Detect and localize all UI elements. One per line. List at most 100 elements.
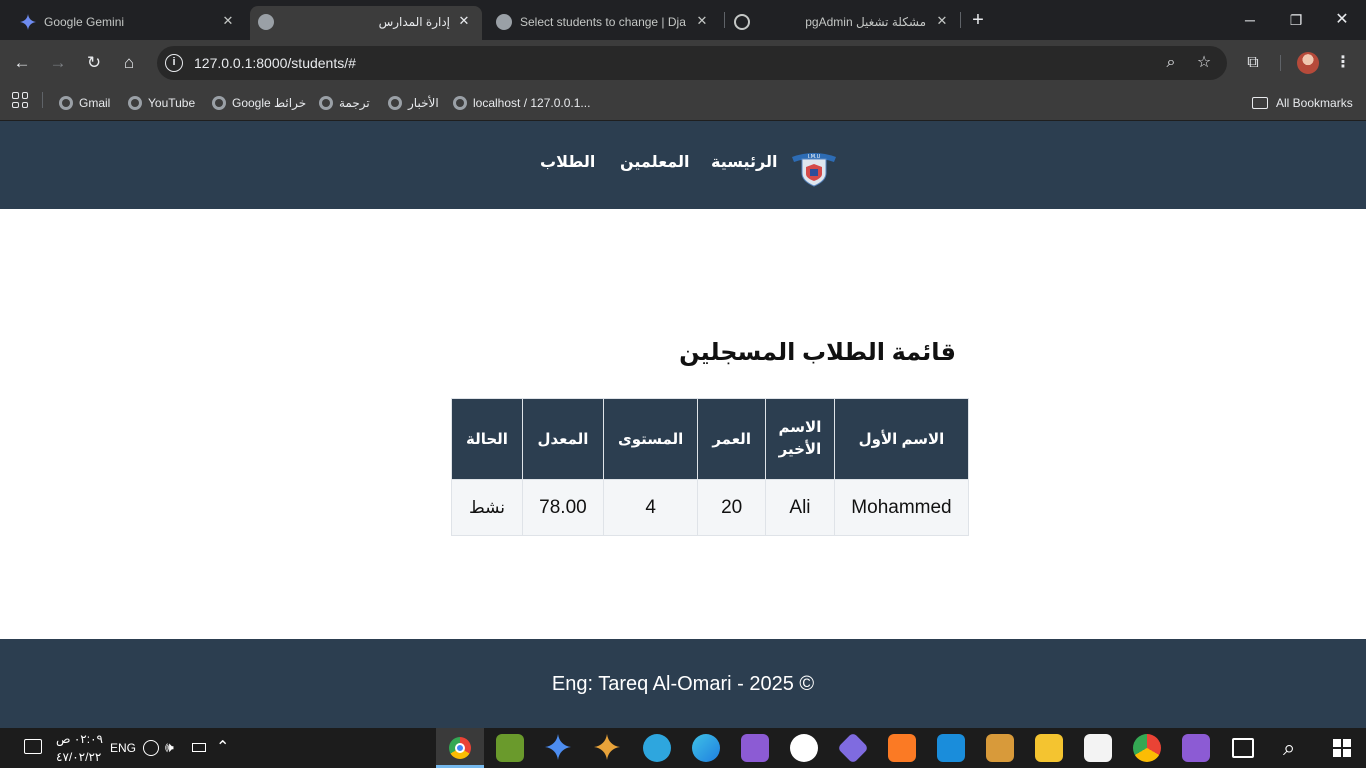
globe-icon [453, 96, 467, 110]
search-icon[interactable]: ⌕ [1283, 735, 1295, 761]
address-bar[interactable]: i 127.0.0.1:8000/students/# ⌕ ☆ [157, 46, 1227, 80]
tab-separator [960, 12, 961, 28]
cell-gpa: 78.00 [521, 479, 604, 536]
globe-icon [496, 14, 512, 30]
all-bookmarks[interactable]: All Bookmarks [1252, 92, 1353, 114]
apps-icon[interactable] [12, 92, 28, 108]
close-icon[interactable]: ✕ [220, 13, 236, 29]
cell-status: نشط [451, 479, 523, 536]
globe-icon [319, 96, 333, 110]
close-icon[interactable]: ✕ [934, 13, 950, 29]
footer-copyright: Eng: Tareq Al-Omari - 2025 © [551, 673, 815, 695]
bookmark-youtube[interactable]: YouTube [128, 92, 195, 114]
clock-date[interactable]: ٤٧/٠٢/٢٢ [56, 750, 101, 764]
language-indicator[interactable]: ENG [110, 741, 136, 755]
tab-title: pgAdmin مشكلة تشغيل [805, 15, 926, 29]
store-icon[interactable] [1084, 734, 1112, 762]
app-icon[interactable] [986, 734, 1014, 762]
url-text: 127.0.0.1:8000/students/# [194, 55, 356, 71]
bookmark-localhost[interactable]: localhost / 127.0.0.1... [453, 92, 590, 114]
battery-icon[interactable] [192, 743, 206, 752]
logo-text: I.M.U [808, 154, 821, 160]
bookmark-news[interactable]: الأخبار [388, 92, 439, 114]
volume-icon[interactable]: 🕪 [165, 739, 174, 756]
network-icon[interactable] [143, 740, 159, 756]
header-age: العمر [697, 398, 766, 480]
new-tab-button[interactable]: + [968, 10, 988, 30]
nav-link-students[interactable]: الطلاب [540, 152, 595, 172]
tab-django-students[interactable]: Select students to change | Djan ✕ [488, 6, 720, 40]
tab-title: Select students to change | Djan [520, 15, 686, 29]
tab-pgadmin[interactable]: pgAdmin مشكلة تشغيل ✕ [726, 6, 958, 40]
profile-avatar[interactable] [1297, 52, 1319, 74]
folder-icon [1252, 97, 1268, 109]
tab-strip: Google Gemini ✕ إدارة المدارس ✕ Select s… [0, 0, 1366, 40]
bookmark-gmail[interactable]: Gmail [59, 92, 110, 114]
table-row: Mohammed Ali 20 4 78.00 نشط [451, 479, 969, 536]
globe-icon [212, 96, 226, 110]
settings-gear-icon[interactable] [937, 734, 965, 762]
toolbar-separator [1280, 55, 1281, 71]
header-level: المستوى [602, 398, 699, 480]
tab-title: إدارة المدارس [378, 15, 450, 29]
visual-studio-icon[interactable] [741, 734, 769, 762]
globe-icon [128, 96, 142, 110]
clock-time[interactable]: ٠٢:٠٩ ص [56, 732, 103, 746]
bookmark-maps[interactable]: Google خرائط [212, 92, 306, 114]
file-explorer-icon[interactable] [1035, 734, 1063, 762]
close-icon[interactable]: ✕ [456, 13, 472, 29]
cell-last-name: Ali [764, 479, 835, 536]
tab-title: Google Gemini [44, 15, 125, 29]
bookmarks-bar: Gmail YouTube Google خرائط ترجمة الأخبار… [0, 86, 1366, 121]
back-icon[interactable]: ← [11, 52, 33, 74]
visual-studio-code-icon[interactable] [1182, 734, 1210, 762]
nav-link-home[interactable]: الرئيسية [711, 152, 778, 172]
chevron-up-icon[interactable]: ⌃ [216, 737, 229, 757]
gemini-icon [20, 14, 36, 30]
xampp-icon[interactable] [888, 734, 916, 762]
forward-icon[interactable]: → [47, 52, 69, 74]
chrome-icon [449, 737, 471, 759]
terminal-app-icon[interactable] [496, 734, 524, 762]
reload-icon[interactable]: ↻ [83, 52, 105, 74]
gemini-app-icon[interactable] [545, 734, 573, 762]
minimize-button[interactable]: ─ [1240, 10, 1260, 30]
header-status: الحالة [451, 398, 523, 480]
task-view-icon[interactable] [1232, 738, 1254, 758]
page-title: قائمة الطلاب المسجلين [679, 339, 956, 366]
tab-google-gemini[interactable]: Google Gemini ✕ [8, 6, 244, 40]
browser-toolbar: ← → ↻ ⌂ i 127.0.0.1:8000/students/# ⌕ ☆ … [0, 40, 1366, 86]
menu-icon[interactable]: ⋮ [1332, 52, 1354, 74]
chrome-taskbar-icon[interactable] [436, 728, 484, 768]
header-last-name: الاسم الأخير [764, 398, 835, 480]
globe-icon [258, 14, 274, 30]
cell-first-name: Mohammed [833, 479, 969, 536]
notifications-icon[interactable] [24, 739, 42, 754]
bookmark-translate[interactable]: ترجمة [319, 92, 370, 114]
table-header-row: الاسم الأول الاسم الأخير العمر المستوى ا… [451, 398, 969, 480]
close-icon[interactable]: ✕ [694, 13, 710, 29]
chrome-icon-2[interactable] [1133, 734, 1161, 762]
tab-separator [724, 12, 725, 28]
zoom-icon[interactable]: ⌕ [1162, 54, 1180, 72]
windows-start-icon[interactable] [1333, 739, 1351, 757]
header-gpa: المعدل [521, 398, 604, 480]
close-window-button[interactable]: ✕ [1332, 10, 1352, 30]
globe-icon [388, 96, 402, 110]
search-tabs-icon[interactable]: ⧉ [1242, 52, 1264, 74]
restore-button[interactable]: ❐ [1286, 10, 1306, 30]
star-icon[interactable]: ☆ [1195, 54, 1213, 72]
header-first-name: الاسم الأول [833, 398, 969, 480]
home-icon[interactable]: ⌂ [118, 52, 140, 74]
telegram-icon[interactable] [643, 734, 671, 762]
globe-icon [59, 96, 73, 110]
school-logo[interactable]: I.M.U [790, 147, 838, 187]
edge-icon[interactable] [692, 734, 720, 762]
tab-school-management[interactable]: إدارة المدارس ✕ [250, 6, 482, 40]
site-info-icon[interactable]: i [165, 54, 183, 72]
gemini-app-icon-2[interactable] [594, 734, 622, 762]
cell-level: 4 [602, 479, 699, 536]
nav-link-teachers[interactable]: المعلمين [620, 152, 689, 172]
github-icon[interactable] [790, 734, 818, 762]
chatgpt-icon [734, 14, 750, 30]
